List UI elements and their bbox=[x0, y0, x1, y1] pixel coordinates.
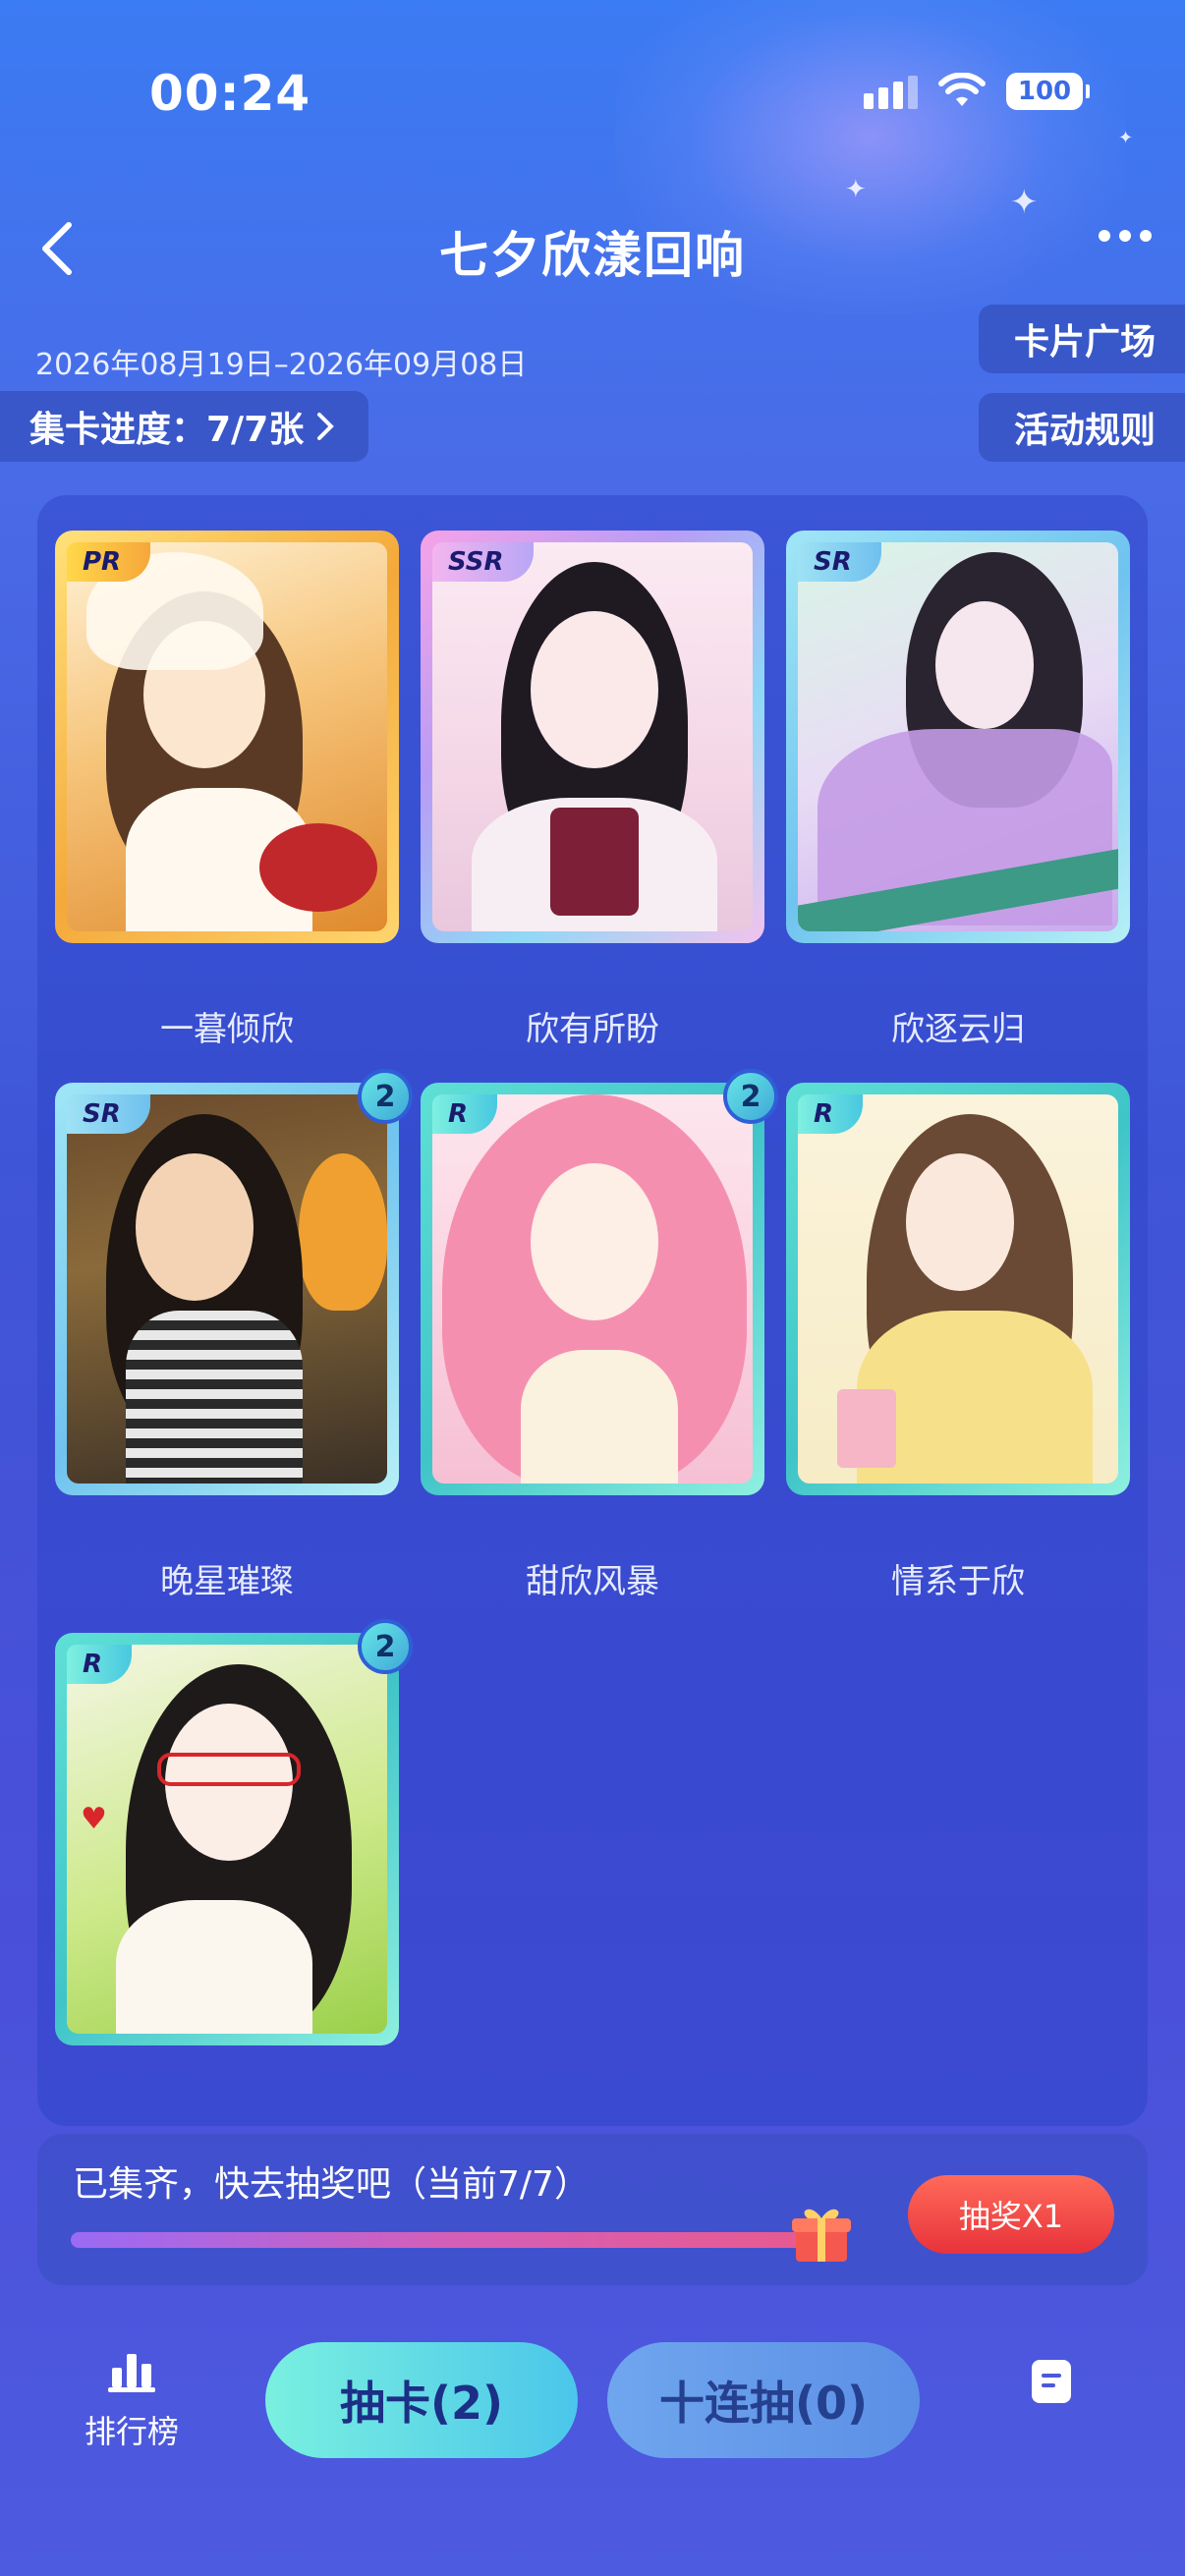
status-time: 00:24 bbox=[149, 65, 311, 122]
draw-card-label: 抽卡(2) bbox=[339, 2377, 504, 2430]
leaderboard-icon bbox=[108, 2354, 155, 2392]
status-icons: 100 bbox=[864, 73, 1090, 110]
leaderboard-label: 排行榜 bbox=[84, 2413, 179, 2450]
collection-progress-label: 集卡进度：7/7张 bbox=[29, 410, 305, 450]
rules-label: 活动规则 bbox=[1013, 411, 1156, 451]
event-date-range: 2026年08月19日–2026年09月08日 bbox=[35, 348, 528, 382]
sparkle-icon: ✦ bbox=[1118, 128, 1134, 148]
card-art: ♥ bbox=[67, 1645, 387, 2034]
collection-progress-button[interactable]: 集卡进度：7/7张 bbox=[0, 391, 369, 462]
card-count-badge: 2 bbox=[358, 1069, 413, 1124]
record-icon[interactable] bbox=[1032, 2360, 1071, 2403]
card-name: 欣有所盼 bbox=[526, 1010, 659, 1049]
rarity-badge: PR bbox=[67, 542, 151, 582]
card-item[interactable]: SR 2 bbox=[55, 1069, 413, 1495]
lottery-panel: 已集齐，快去抽奖吧（当前7/7） 抽奖X1 bbox=[37, 2134, 1148, 2285]
ten-draw-button[interactable]: 十连抽(0) bbox=[607, 2342, 920, 2458]
battery-icon: 100 bbox=[1006, 73, 1090, 110]
lottery-progress-bar bbox=[71, 2232, 818, 2248]
more-icon bbox=[1099, 230, 1110, 242]
card-art bbox=[67, 542, 387, 931]
card-name: 一暮倾欣 bbox=[160, 1010, 294, 1049]
leaderboard-button[interactable]: 排行榜 bbox=[63, 2350, 200, 2452]
rules-button[interactable]: 活动规则 bbox=[978, 393, 1185, 462]
card-item[interactable]: SSR bbox=[421, 531, 764, 943]
rarity-badge: SSR bbox=[432, 542, 534, 582]
card-plaza-label: 卡片广场 bbox=[1013, 322, 1156, 363]
lottery-status-text: 已集齐，快去抽奖吧（当前7/7） bbox=[73, 2164, 590, 2205]
status-bar: 00:24 100 bbox=[0, 0, 1185, 122]
lottery-button[interactable]: 抽奖X1 bbox=[908, 2175, 1114, 2254]
page-title: 七夕欣漾回响 bbox=[439, 227, 746, 284]
chevron-right-icon bbox=[317, 413, 335, 440]
card-item[interactable]: SR bbox=[786, 531, 1130, 943]
card-art bbox=[67, 1094, 387, 1484]
lottery-button-label: 抽奖X1 bbox=[958, 2198, 1064, 2235]
card-name: 甜欣风暴 bbox=[526, 1562, 659, 1601]
card-art bbox=[798, 542, 1118, 931]
gift-icon bbox=[792, 2209, 851, 2262]
rarity-badge: SR bbox=[798, 542, 881, 582]
card-count-badge: 2 bbox=[358, 1619, 413, 1674]
card-plaza-button[interactable]: 卡片广场 bbox=[978, 305, 1185, 373]
card-name: 欣逐云归 bbox=[891, 1010, 1025, 1049]
card-count-badge: 2 bbox=[723, 1069, 778, 1124]
card-name: 情系于欣 bbox=[891, 1562, 1025, 1601]
card-item[interactable]: R bbox=[786, 1083, 1130, 1495]
draw-card-button[interactable]: 抽卡(2) bbox=[265, 2342, 578, 2458]
card-item[interactable]: PR bbox=[55, 531, 399, 943]
wifi-icon bbox=[938, 73, 986, 106]
rarity-badge: SR bbox=[67, 1094, 150, 1134]
sparkle-icon: ✦ bbox=[845, 175, 867, 204]
ten-draw-label: 十连抽(0) bbox=[658, 2377, 869, 2430]
more-button[interactable] bbox=[1099, 230, 1152, 242]
card-item[interactable]: R 2 bbox=[421, 1069, 778, 1495]
card-name: 晚星璀璨 bbox=[160, 1562, 294, 1601]
signal-icon bbox=[864, 74, 918, 109]
card-art bbox=[432, 1094, 753, 1484]
card-art bbox=[432, 542, 753, 931]
card-art bbox=[798, 1094, 1118, 1484]
card-item[interactable]: ♥ R 2 bbox=[55, 1619, 413, 2045]
